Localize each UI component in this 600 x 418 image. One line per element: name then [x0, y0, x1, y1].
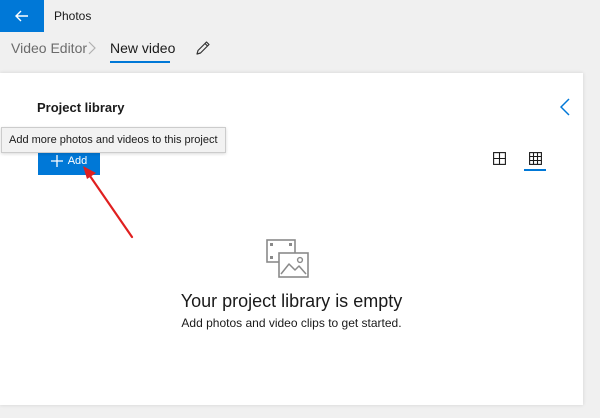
annotation-arrow — [83, 166, 134, 239]
